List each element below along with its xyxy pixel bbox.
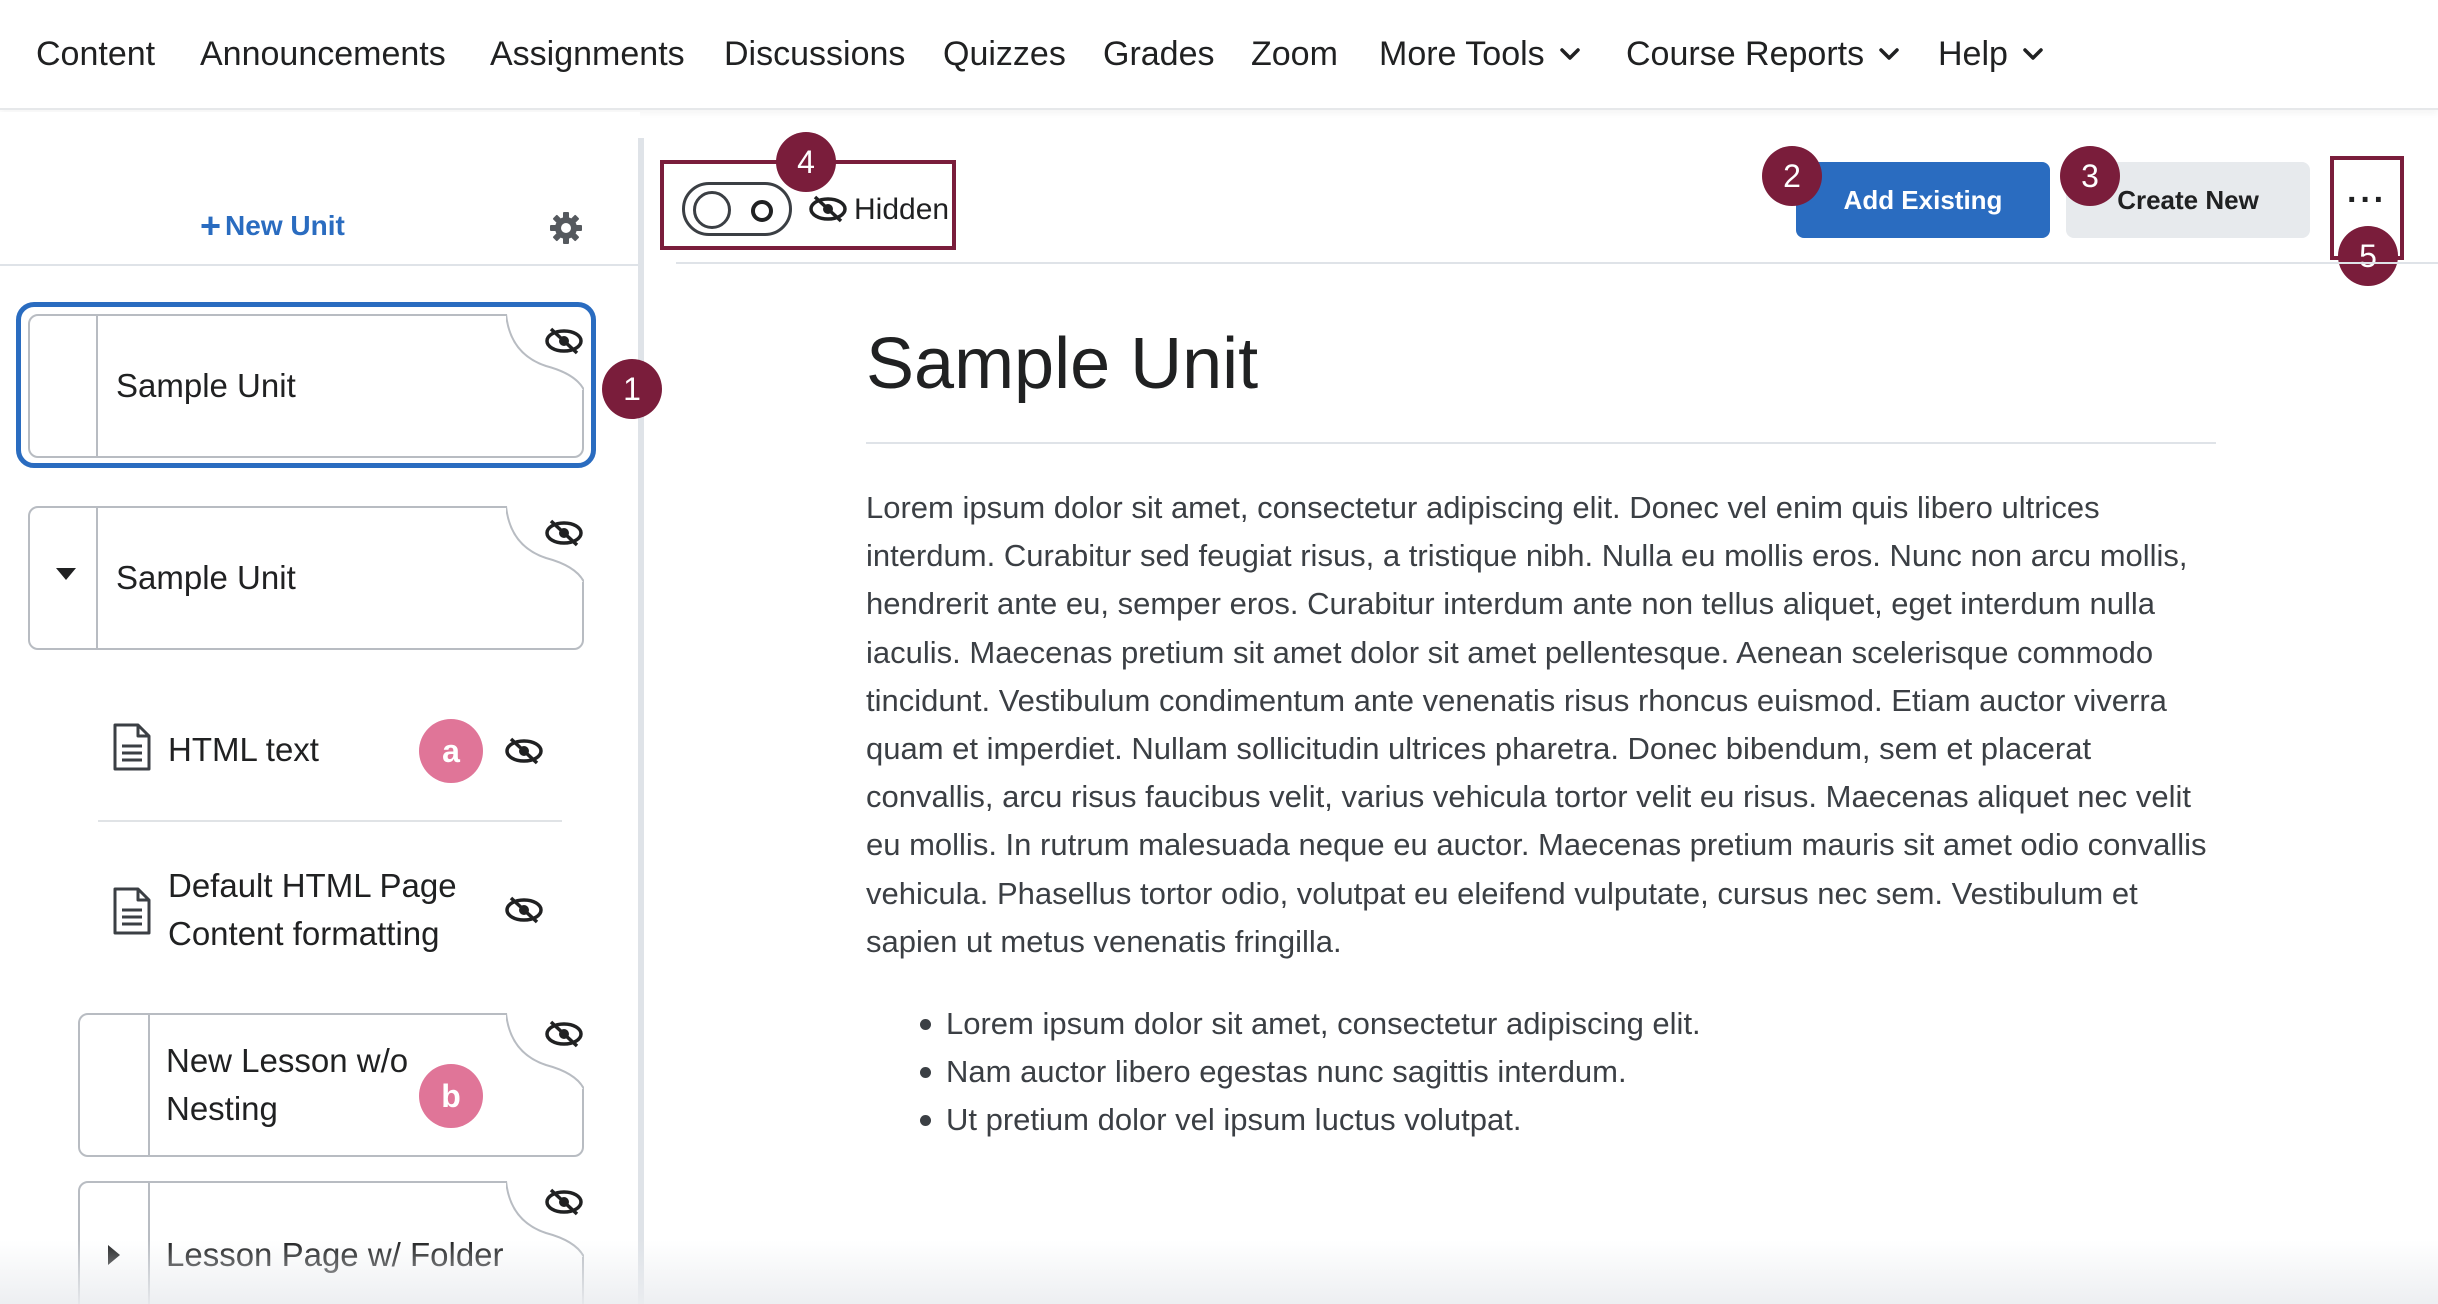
nav-grades[interactable]: Grades <box>1103 30 1215 78</box>
chevron-down-icon <box>1879 48 1899 60</box>
nav-zoom-label: Zoom <box>1251 34 1338 73</box>
topic-label-line2: Content formatting <box>168 915 440 952</box>
body-paragraph: Lorem ipsum dolor sit amet, consectetur … <box>866 490 2207 959</box>
unit-card-stripe <box>96 316 98 456</box>
nav-announcements[interactable]: Announcements <box>200 30 446 78</box>
nav-discussions[interactable]: Discussions <box>724 30 905 78</box>
nav-more-tools-label: More Tools <box>1379 34 1545 73</box>
list-item: Ut pretium dolor vel ipsum luctus volutp… <box>920 1096 1701 1144</box>
gear-icon[interactable] <box>548 210 584 246</box>
visibility-status-label: Hidden <box>854 193 950 226</box>
lesson-title: Lesson Page w/ Folder <box>166 1236 504 1273</box>
nav-content[interactable]: Content <box>36 30 155 78</box>
add-existing-button[interactable]: Add Existing <box>1796 162 2050 238</box>
topic-html-text[interactable]: HTML text <box>168 726 319 774</box>
nav-assignments[interactable]: Assignments <box>490 30 685 78</box>
page-title: Sample Unit <box>866 324 1259 404</box>
nav-announcements-label: Announcements <box>200 34 446 73</box>
nav-course-reports-label: Course Reports <box>1626 34 1865 73</box>
title-divider <box>866 442 2216 444</box>
topic-label-line1: Default HTML Page <box>168 867 457 904</box>
visibility-toggle[interactable] <box>682 182 792 236</box>
caret-down-icon[interactable] <box>56 568 76 582</box>
caret-right-icon[interactable] <box>108 1245 122 1265</box>
topic-default-html-page[interactable]: Default HTML Page Content formatting <box>168 862 457 958</box>
unit-title: Sample Unit <box>116 559 296 596</box>
hidden-eye-icon <box>545 519 583 547</box>
list-item: Lorem ipsum dolor sit amet, consectetur … <box>920 1000 1701 1048</box>
new-unit-label: New Unit <box>225 210 345 241</box>
list-item: Nam auctor libero egestas nunc sagittis … <box>920 1048 1701 1096</box>
new-unit-button[interactable]: + New Unit <box>200 205 345 246</box>
callout-badge-3: 3 <box>2060 146 2120 206</box>
bullet-list: Lorem ipsum dolor sit amet, consectetur … <box>920 1000 1701 1144</box>
lesson-card-stripe <box>148 1183 150 1304</box>
nav-quizzes-label: Quizzes <box>943 34 1066 73</box>
nav-content-label: Content <box>36 34 156 73</box>
nav-quizzes[interactable]: Quizzes <box>943 30 1066 78</box>
plus-icon: + <box>200 205 222 246</box>
chevron-down-icon <box>1559 48 1580 60</box>
unit-card-sample-unit-1[interactable]: Sample Unit <box>28 314 584 458</box>
nav-help-label: Help <box>1938 34 2008 73</box>
hidden-eye-icon <box>809 195 847 223</box>
lesson-card-stripe <box>148 1015 150 1155</box>
chevron-down-icon <box>2023 48 2043 60</box>
nav-discussions-label: Discussions <box>724 34 906 73</box>
callout-badge-4: 4 <box>776 132 836 192</box>
hidden-eye-icon[interactable] <box>504 895 544 925</box>
lesson-title-line2: Nesting <box>166 1090 278 1127</box>
sidebar-divider <box>0 264 638 266</box>
hidden-eye-icon <box>545 327 583 355</box>
unit-card-sample-unit-2[interactable]: Sample Unit <box>28 506 584 650</box>
lesson-card-lesson-page-folder[interactable]: Lesson Page w/ Folder <box>78 1181 584 1304</box>
callout-badge-b: b <box>419 1064 483 1128</box>
topic-divider <box>98 820 562 822</box>
callout-badge-1: 1 <box>602 359 662 419</box>
unit-card-stripe <box>96 508 98 648</box>
toolbar-divider <box>676 262 2438 264</box>
lesson-title-line1: New Lesson w/o <box>166 1042 409 1079</box>
nav-help[interactable]: Help <box>1938 30 2044 78</box>
callout-badge-2: 2 <box>1762 146 1822 206</box>
callout-badge-5: 5 <box>2338 226 2398 286</box>
nav-course-reports[interactable]: Course Reports <box>1626 30 1900 78</box>
lesson-card-new-lesson[interactable]: New Lesson w/o Nesting <box>78 1013 584 1157</box>
document-icon <box>113 723 151 771</box>
panel-resize-handle[interactable] <box>638 138 644 1304</box>
nav-assignments-label: Assignments <box>490 34 685 73</box>
nav-zoom[interactable]: Zoom <box>1251 30 1338 78</box>
hidden-eye-icon <box>545 1020 583 1048</box>
nav-more-tools[interactable]: More Tools <box>1379 30 1581 78</box>
toggle-off-indicator <box>751 200 773 222</box>
nav-grades-label: Grades <box>1103 34 1215 73</box>
hidden-eye-icon[interactable] <box>504 736 544 766</box>
document-icon <box>113 887 151 935</box>
toggle-knob <box>693 191 731 229</box>
unit-title: Sample Unit <box>116 367 296 404</box>
hidden-eye-icon <box>545 1188 583 1216</box>
course-navbar: Content Announcements Assignments Discus… <box>0 0 2438 110</box>
callout-badge-a: a <box>419 719 483 783</box>
